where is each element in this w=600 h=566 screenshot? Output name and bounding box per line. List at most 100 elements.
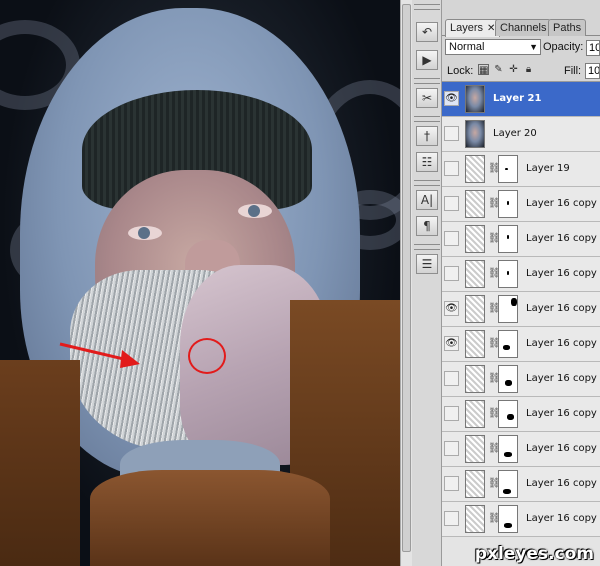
layer-row[interactable]: ⛓Layer 16 copy 56 (442, 467, 600, 502)
red-circle-annotation (188, 338, 226, 374)
tab-layers[interactable]: Layers ✕ (445, 19, 501, 37)
watermark: pxleyes.com (474, 544, 594, 564)
layer-mask-thumbnail[interactable] (498, 260, 518, 288)
layer-thumbnail[interactable] (465, 505, 485, 533)
layer-row[interactable]: ⛓Layer 16 copy 57 (442, 432, 600, 467)
red-arrow-annotation (59, 342, 140, 368)
layer-mask-thumbnail[interactable] (498, 155, 518, 183)
layer-row[interactable]: ⛓Layer 16 copy 59 (442, 362, 600, 397)
tab-paths[interactable]: Paths (548, 19, 587, 36)
mask-shape (507, 414, 514, 420)
layer-mask-thumbnail[interactable] (498, 190, 518, 218)
dock-grip[interactable] (414, 78, 440, 84)
clone-source-icon[interactable]: ☷ (416, 152, 438, 172)
visibility-toggle[interactable] (444, 476, 459, 491)
fill-field[interactable]: 100% (585, 63, 600, 79)
dock-grip[interactable] (414, 244, 440, 250)
layer-mask-thumbnail[interactable] (498, 295, 518, 323)
layer-mask-thumbnail[interactable] (498, 400, 518, 428)
document-canvas[interactable] (0, 0, 400, 566)
layer-row[interactable]: ⛓Layer 16 copy 41 (442, 257, 600, 292)
layer-thumbnail[interactable] (465, 330, 485, 358)
dock-grip[interactable] (414, 116, 440, 122)
tab-channels[interactable]: Channels (495, 19, 552, 36)
layer-thumbnail[interactable] (465, 400, 485, 428)
panel-dock: ↶ ▶ ✂ † ☷ A| ¶ ☰ (412, 0, 442, 566)
actions-icon[interactable]: ▶ (416, 50, 438, 70)
visibility-toggle[interactable] (444, 161, 459, 176)
layer-name: Layer 16 copy 56 (526, 478, 600, 489)
layer-thumbnail[interactable] (465, 365, 485, 393)
mask-shape (507, 271, 509, 275)
mask-shape (505, 168, 508, 170)
left-eye (128, 226, 162, 240)
paragraph-icon[interactable]: ¶ (416, 216, 438, 236)
history-icon[interactable]: ↶ (416, 22, 438, 42)
layer-thumbnail[interactable] (465, 225, 485, 253)
layer-name: Layer 16 copy 59 (526, 373, 600, 384)
layer-thumbnail[interactable] (465, 120, 485, 148)
visibility-toggle[interactable] (444, 126, 459, 141)
layer-name: Layer 16 copy 58 (526, 408, 600, 419)
dock-grip[interactable] (414, 180, 440, 186)
mask-shape (511, 298, 517, 306)
tool-presets-icon[interactable]: ✂ (416, 88, 438, 108)
layer-name: Layer 16 copy 57 (526, 443, 600, 454)
brushes-icon[interactable]: † (416, 126, 438, 146)
layer-thumbnail[interactable] (465, 85, 485, 113)
layers-panel: Layers ✕ Channels Paths Normal ▼ Opacity:… (442, 0, 600, 566)
layer-mask-thumbnail[interactable] (498, 365, 518, 393)
lock-transparent-icon[interactable]: ▦ (478, 64, 489, 76)
layer-thumbnail[interactable] (465, 190, 485, 218)
lock-pixels-icon[interactable]: ✎ (493, 64, 504, 75)
layer-row[interactable]: 👁︎⛓Layer 16 copy 60 (442, 327, 600, 362)
canvas-scrollbar[interactable] (400, 0, 412, 566)
layer-thumbnail[interactable] (465, 155, 485, 183)
layer-thumbnail[interactable] (465, 435, 485, 463)
visibility-toggle[interactable] (444, 266, 459, 281)
layer-thumbnail[interactable] (465, 260, 485, 288)
tab-label: Layers (450, 22, 484, 34)
layer-row[interactable]: ⛓Layer 16 copy 55 (442, 502, 600, 537)
layer-name: Layer 21 (493, 93, 542, 104)
layer-comps-icon[interactable]: ☰ (416, 254, 438, 274)
photoshop-window: ↶ ▶ ✂ † ☷ A| ¶ ☰ Layers ✕ Channels Paths … (0, 0, 600, 566)
layer-row[interactable]: Layer 20 (442, 117, 600, 152)
layer-row[interactable]: ⛓Layer 16 copy 43 (442, 187, 600, 222)
eye-icon[interactable]: 👁︎ (444, 301, 459, 316)
visibility-toggle[interactable] (444, 441, 459, 456)
opacity-label: Opacity: (543, 41, 584, 53)
layer-mask-thumbnail[interactable] (498, 225, 518, 253)
layer-row[interactable]: 👁︎⛓Layer 16 copy 61 (442, 292, 600, 327)
layer-row[interactable]: 👁︎ Layer 21 (442, 82, 600, 117)
layer-mask-thumbnail[interactable] (498, 505, 518, 533)
lock-position-icon[interactable]: ✛ (508, 64, 519, 75)
layers-list: 👁︎ Layer 21 Layer 20 ⛓ Layer 19 ⛓ Layer 16 cop… (442, 82, 600, 566)
mask-shape (507, 201, 509, 205)
mask-shape (503, 489, 511, 494)
eye-icon[interactable]: 👁︎ (444, 336, 459, 351)
visibility-toggle[interactable] (444, 406, 459, 421)
lock-label: Lock: (447, 65, 474, 77)
lock-all-icon[interactable]: 🔒︎ (523, 64, 534, 75)
scrollbar-thumb[interactable] (402, 4, 411, 552)
layer-thumbnail[interactable] (465, 470, 485, 498)
layer-row[interactable]: ⛓Layer 16 copy 58 (442, 397, 600, 432)
visibility-toggle[interactable] (444, 371, 459, 386)
visibility-toggle[interactable] (444, 231, 459, 246)
opacity-field[interactable]: 100% (586, 40, 600, 56)
layer-mask-thumbnail[interactable] (498, 470, 518, 498)
visibility-toggle[interactable] (444, 511, 459, 526)
layer-mask-thumbnail[interactable] (498, 435, 518, 463)
dock-grip[interactable] (414, 4, 440, 10)
layer-thumbnail[interactable] (465, 295, 485, 323)
character-icon[interactable]: A| (416, 190, 438, 210)
layer-name: Layer 16 copy 42 (526, 233, 600, 244)
blend-mode-select[interactable]: Normal ▼ (445, 39, 541, 55)
eye-icon[interactable]: 👁︎ (444, 91, 459, 106)
layer-row[interactable]: ⛓ Layer 19 (442, 152, 600, 187)
layer-name: Layer 16 copy 60 (526, 338, 600, 349)
visibility-toggle[interactable] (444, 196, 459, 211)
layer-row[interactable]: ⛓Layer 16 copy 42 (442, 222, 600, 257)
layer-mask-thumbnail[interactable] (498, 330, 518, 358)
